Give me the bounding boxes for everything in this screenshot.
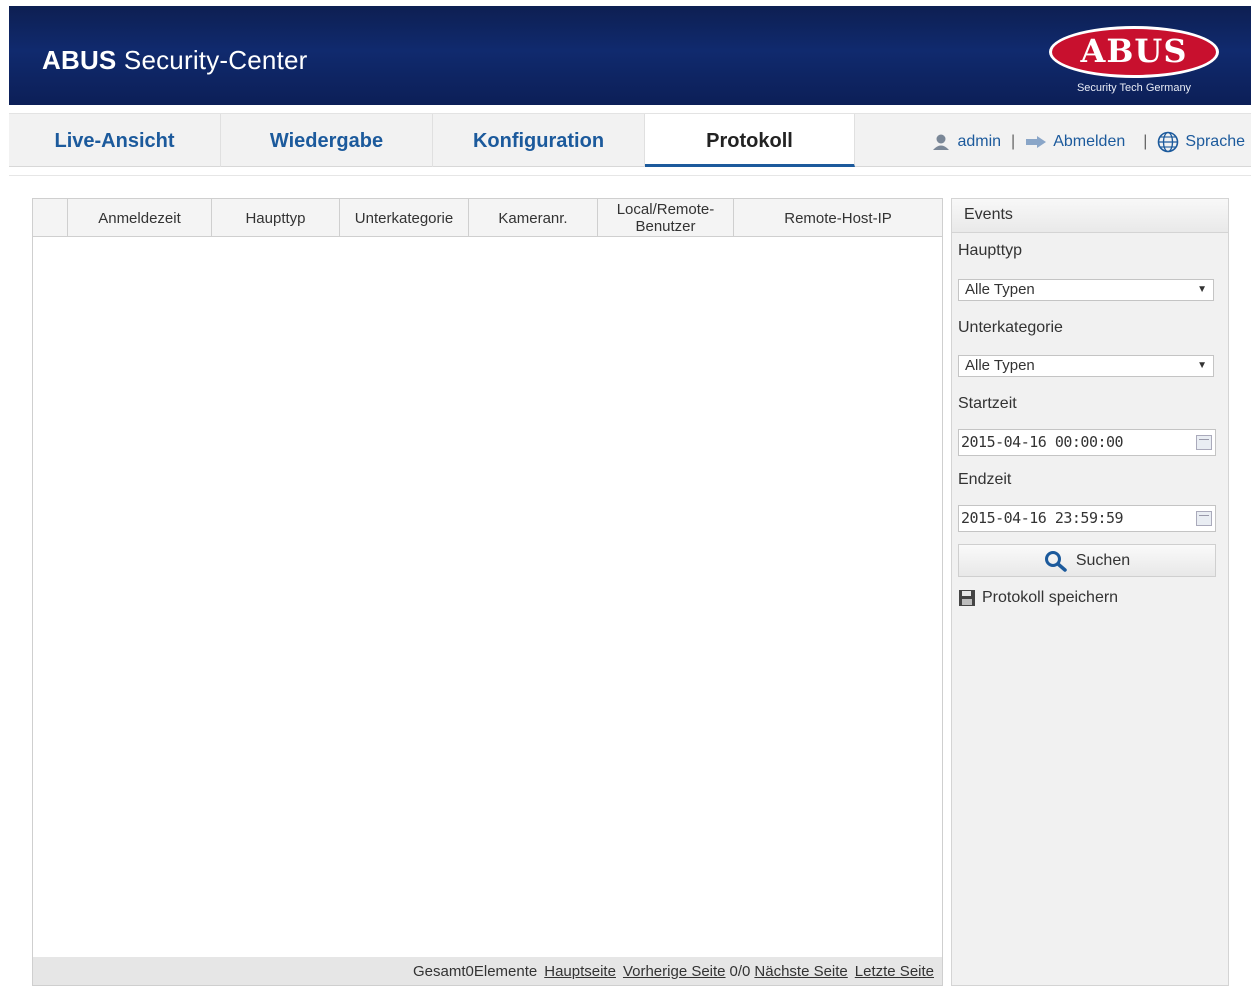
search-icon: [1044, 550, 1067, 572]
globe-icon: [1158, 131, 1179, 153]
tab-live-ansicht[interactable]: Live-Ansicht: [9, 114, 221, 167]
logo-text: ABUS: [1080, 32, 1188, 70]
save-icon: [959, 590, 975, 606]
abus-logo: ABUS Security Tech Germany: [1049, 26, 1219, 98]
total-count: Gesamt0Elemente: [413, 962, 538, 980]
prev-page-link[interactable]: Vorherige Seite: [623, 963, 726, 980]
tab-konfiguration[interactable]: Konfiguration: [433, 114, 645, 167]
first-page-link[interactable]: Hauptseite: [544, 963, 616, 980]
unterkategorie-value: Alle Typen: [965, 357, 1035, 374]
logout-label: Abmelden: [1053, 133, 1126, 150]
logo-subtitle: Security Tech Germany: [1076, 82, 1192, 94]
save-log-button[interactable]: Protokoll speichern: [958, 589, 1118, 607]
user-link[interactable]: admin: [931, 133, 1001, 151]
save-log-label: Protokoll speichern: [982, 589, 1119, 606]
language-label: Sprache: [1185, 133, 1245, 150]
column-header-haupttyp[interactable]: Haupttyp: [212, 199, 340, 237]
search-label: Suchen: [1075, 551, 1131, 569]
divider: [9, 175, 1251, 176]
column-header-benutzer[interactable]: Local/Remote-Benutzer: [598, 199, 734, 237]
column-header-remote-host-ip[interactable]: Remote-Host-IP: [734, 199, 942, 237]
header-banner: ABUS Security-Center ABUS Security Tech …: [9, 6, 1251, 105]
calendar-icon[interactable]: [1196, 435, 1212, 450]
tab-protokoll[interactable]: Protokoll: [645, 114, 855, 167]
startzeit-input[interactable]: 2015-04-16 00:00:00: [958, 429, 1216, 456]
user-name: admin: [957, 133, 1002, 150]
last-page-link[interactable]: Letzte Seite: [855, 963, 934, 980]
unterkategorie-select[interactable]: Alle Typen ▼: [958, 355, 1214, 377]
endzeit-value: 2015-04-16 23:59:59: [961, 509, 1124, 527]
haupttyp-value: Alle Typen: [965, 281, 1035, 298]
search-button[interactable]: Suchen: [958, 544, 1216, 577]
tab-wiedergabe[interactable]: Wiedergabe: [221, 114, 433, 167]
page-indicator: 0/0: [729, 962, 751, 980]
events-panel: Events Haupttyp Alle Typen ▼ Unterkatego…: [951, 198, 1229, 986]
column-header-select: [33, 199, 68, 237]
pagination-bar: Gesamt0Elemente Hauptseite Vorherige Sei…: [33, 957, 942, 985]
app-title-brand: ABUS: [42, 45, 117, 75]
calendar-icon[interactable]: [1196, 511, 1212, 526]
startzeit-value: 2015-04-16 00:00:00: [961, 433, 1124, 451]
endzeit-input[interactable]: 2015-04-16 23:59:59: [958, 505, 1216, 532]
unterkategorie-label: Unterkategorie: [958, 319, 1063, 336]
events-panel-title: Events: [952, 199, 1228, 233]
table-header: Anmeldezeit Haupttyp Unterkategorie Kame…: [33, 199, 942, 237]
endzeit-label: Endzeit: [958, 471, 1012, 488]
separator: |: [1143, 133, 1148, 150]
user-area: admin | Abmelden | Sprache: [931, 131, 1245, 153]
haupttyp-label: Haupttyp: [958, 242, 1023, 259]
logout-icon: [1026, 136, 1047, 148]
log-table: Anmeldezeit Haupttyp Unterkategorie Kame…: [32, 198, 943, 986]
logout-link[interactable]: Abmelden: [1025, 133, 1125, 151]
startzeit-label: Startzeit: [958, 395, 1017, 412]
column-header-kameranr[interactable]: Kameranr.: [469, 199, 598, 237]
separator: |: [1011, 133, 1016, 150]
language-link[interactable]: Sprache: [1157, 131, 1245, 153]
next-page-link[interactable]: Nächste Seite: [754, 963, 847, 980]
main-nav: Live-Ansicht Wiedergabe Konfiguration Pr…: [9, 113, 1251, 167]
column-header-unterkategorie[interactable]: Unterkategorie: [340, 199, 469, 237]
dropdown-arrow-icon: ▼: [1197, 360, 1207, 371]
page: ABUS Security-Center ABUS Security Tech …: [0, 0, 1254, 1004]
app-title: ABUS Security-Center: [42, 45, 308, 76]
haupttyp-select[interactable]: Alle Typen ▼: [958, 279, 1214, 301]
dropdown-arrow-icon: ▼: [1197, 284, 1207, 295]
column-header-anmeldezeit[interactable]: Anmeldezeit: [68, 199, 212, 237]
app-title-rest: Security-Center: [116, 45, 308, 75]
user-icon: [933, 134, 950, 150]
